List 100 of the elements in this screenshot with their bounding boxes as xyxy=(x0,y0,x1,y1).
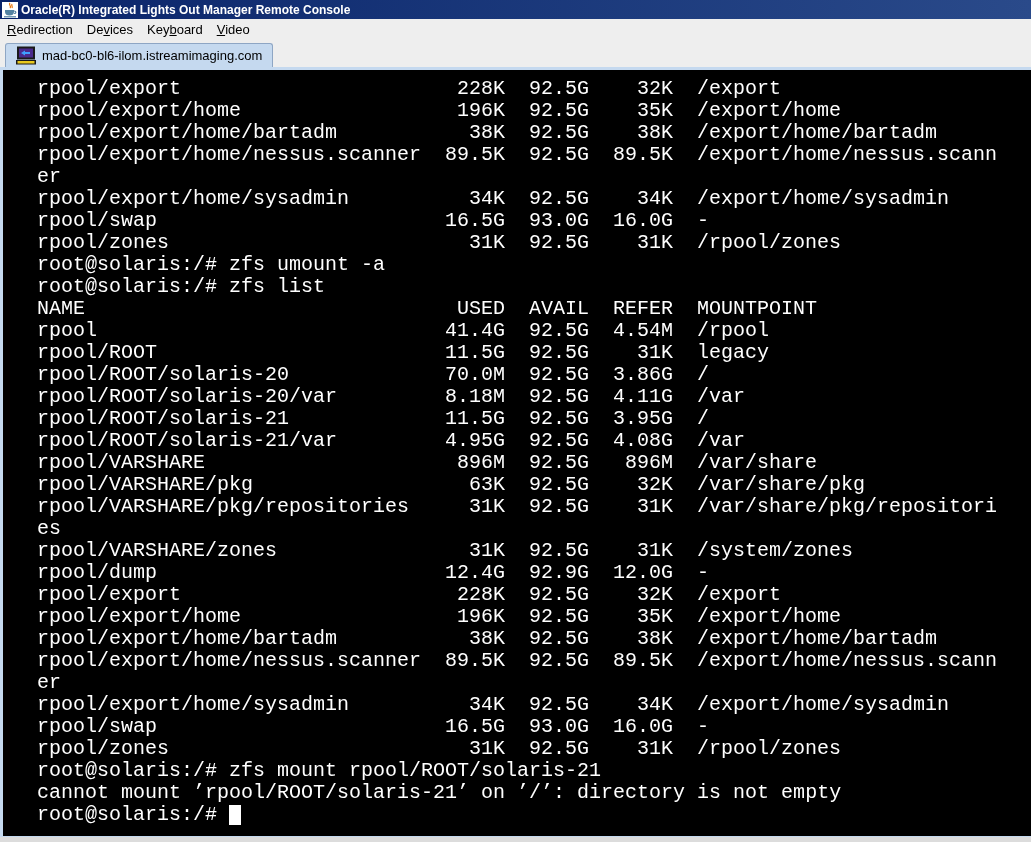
refer-value: 31K xyxy=(637,539,674,562)
used-value: 38K xyxy=(469,627,506,650)
dataset-name: rpool/ROOT xyxy=(37,341,158,364)
refer-value: 32K xyxy=(637,583,674,606)
avail-value: 92.5G xyxy=(529,693,590,716)
refer-value: 32K xyxy=(637,77,674,100)
used-value: 38K xyxy=(469,121,506,144)
menu-item[interactable]: Video xyxy=(210,19,256,40)
mountpoint-value: /var xyxy=(697,385,746,408)
used-value: 31K xyxy=(469,231,506,254)
dataset-name: rpool/dump xyxy=(37,561,158,584)
used-value: 16.5G xyxy=(445,209,506,232)
dataset-name: rpool/export xyxy=(37,77,182,100)
refer-value: 4.08G xyxy=(613,429,674,452)
avail-value: 92.5G xyxy=(529,495,590,518)
refer-value: 896M xyxy=(625,451,674,474)
refer-value: 89.5K xyxy=(613,649,674,672)
used-value: 4.95G xyxy=(445,429,506,452)
refer-value: 31K xyxy=(637,737,674,760)
refer-value: 89.5K xyxy=(613,143,674,166)
refer-value: 38K xyxy=(637,121,674,144)
dataset-name: rpool/VARSHARE/zones xyxy=(37,539,278,562)
dataset-name: rpool/ROOT/solaris-21 xyxy=(37,407,290,430)
avail-value: 92.5G xyxy=(529,583,590,606)
used-value: 11.5G xyxy=(445,341,506,364)
dataset-name: rpool xyxy=(37,319,97,342)
mountpoint-value: - xyxy=(697,209,710,232)
refer-value: 31K xyxy=(637,231,674,254)
mountpoint-value: /rpool xyxy=(697,319,770,342)
console-tab[interactable]: mad-bc0-bl6-ilom.istreamimaging.com xyxy=(5,43,274,67)
used-value: 31K xyxy=(469,737,506,760)
used-value: 196K xyxy=(457,605,506,628)
dataset-name: rpool/export/home/bartadm xyxy=(37,627,338,650)
menu-item[interactable]: Devices xyxy=(80,19,139,40)
used-value: 196K xyxy=(457,99,506,122)
dataset-name: rpool/zones xyxy=(37,737,170,760)
dataset-name: rpool/VARSHARE xyxy=(37,451,206,474)
refer-value: 3.95G xyxy=(613,407,674,430)
mountpoint-value: - xyxy=(697,715,710,738)
refer-value: 12.0G xyxy=(613,561,674,584)
menu-item[interactable]: Keyboard xyxy=(141,19,209,40)
avail-value: 92.5G xyxy=(529,605,590,628)
mountpoint-value: legacy xyxy=(697,341,770,364)
dataset-name: rpool/ROOT/solaris-21/var xyxy=(37,429,338,452)
column-header: REFER xyxy=(613,297,674,320)
avail-value: 92.5G xyxy=(529,187,590,210)
column-header: AVAIL xyxy=(529,297,590,320)
dataset-name: rpool/export/home/nessus.scanner xyxy=(37,649,422,672)
dataset-name: rpool/export/home/sysadmin xyxy=(37,187,350,210)
mountpoint-value: /var xyxy=(697,429,746,452)
menu-item[interactable]: Redirection xyxy=(1,19,79,40)
dataset-name: rpool/zones xyxy=(37,231,170,254)
used-value: 89.5K xyxy=(445,649,506,672)
used-value: 89.5K xyxy=(445,143,506,166)
used-value: 11.5G xyxy=(445,407,506,430)
mountpoint-value: /var/share/pkg xyxy=(697,473,866,496)
dataset-name: rpool/ROOT/solaris-20 xyxy=(37,363,290,386)
used-value: 34K xyxy=(469,187,506,210)
dataset-name: rpool/export/home xyxy=(37,605,242,628)
shell-prompt: root@solaris:/# xyxy=(37,804,218,826)
avail-value: 92.5G xyxy=(529,385,590,408)
dataset-name: rpool/export/home/sysadmin xyxy=(37,693,350,716)
mountpoint-value: /export/home/nessus.scann xyxy=(697,649,998,672)
mountpoint-value: / xyxy=(697,363,710,386)
avail-value: 92.5G xyxy=(529,539,590,562)
refer-value: 34K xyxy=(637,187,674,210)
terminal-line: cannot mount ’rpool/ROOT/solaris-21’ on ’/’: directory is not empty xyxy=(37,782,842,804)
avail-value: 92.9G xyxy=(529,561,590,584)
avail-value: 93.0G xyxy=(529,715,590,738)
used-value: 12.4G xyxy=(445,561,506,584)
mountpoint-value: / xyxy=(697,407,710,430)
used-value: 70.0M xyxy=(445,363,506,386)
refer-value: 34K xyxy=(637,693,674,716)
monitor-icon xyxy=(16,46,36,65)
used-value: 228K xyxy=(457,583,506,606)
refer-value: 31K xyxy=(637,495,674,518)
avail-value: 92.5G xyxy=(529,429,590,452)
used-value: 16.5G xyxy=(445,715,506,738)
coffee-cup-icon xyxy=(2,1,18,18)
refer-value: 35K xyxy=(637,99,674,122)
used-value: 228K xyxy=(457,77,506,100)
avail-value: 92.5G xyxy=(529,407,590,430)
avail-value: 92.5G xyxy=(529,121,590,144)
dataset-name: rpool/swap xyxy=(37,209,158,232)
used-value: 8.18M xyxy=(445,385,506,408)
terminal-line: root@solaris:/# zfs umount -a xyxy=(37,254,386,276)
mountpoint-value: /rpool/zones xyxy=(697,231,842,254)
mountpoint-value: /export xyxy=(697,77,782,100)
avail-value: 92.5G xyxy=(529,341,590,364)
avail-value: 92.5G xyxy=(529,363,590,386)
mountpoint-value: /system/zones xyxy=(697,539,854,562)
avail-value: 93.0G xyxy=(529,209,590,232)
mountpoint-value: /export/home/sysadmin xyxy=(697,187,950,210)
mountpoint-value: /export/home/nessus.scann xyxy=(697,143,998,166)
refer-value: 16.0G xyxy=(613,209,674,232)
mountpoint-value: /export/home/bartadm xyxy=(697,627,938,650)
avail-value: 92.5G xyxy=(529,143,590,166)
avail-value: 92.5G xyxy=(529,319,590,342)
used-value: 31K xyxy=(469,495,506,518)
mountpoint-value: /rpool/zones xyxy=(697,737,842,760)
